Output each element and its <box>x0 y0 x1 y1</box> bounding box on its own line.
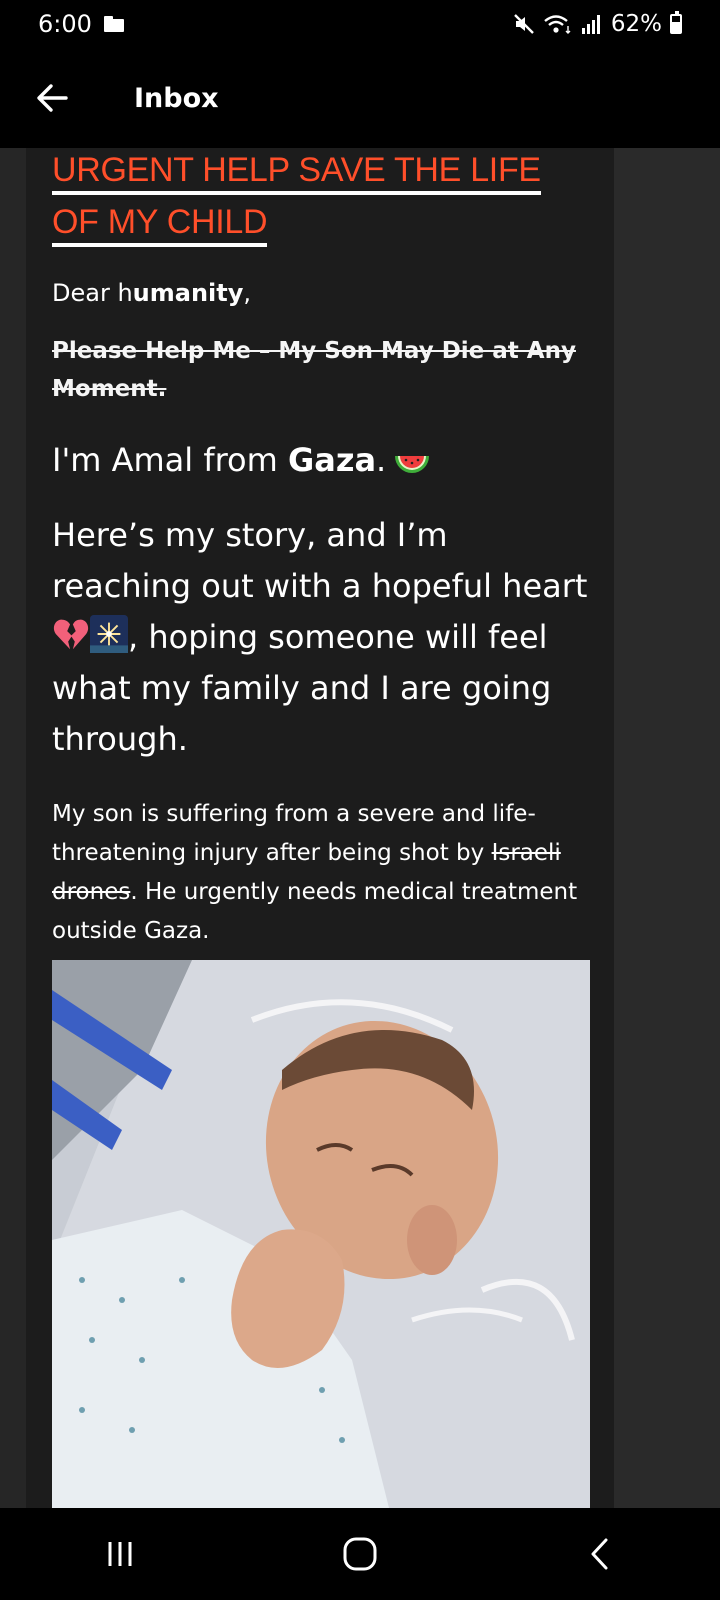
watermelon-emoji <box>395 456 430 473</box>
fireworks-emoji <box>90 615 128 653</box>
struck-subtitle: Please Help Me – My Son May Die at Any M… <box>52 332 592 408</box>
wifi-icon <box>544 15 571 34</box>
intro-suffix: . <box>376 441 387 479</box>
page-title: Inbox <box>134 82 219 114</box>
signal-icon <box>581 15 600 34</box>
app-bar: Inbox <box>0 48 720 148</box>
greeting: Dear humanity, <box>52 276 592 310</box>
back-icon <box>591 1538 608 1570</box>
background-strip <box>614 148 720 1508</box>
mute-icon <box>514 14 534 34</box>
nav-back-button[interactable] <box>560 1514 640 1594</box>
headline-line-2: OF MY CHILD <box>52 203 268 247</box>
headline-line-1: URGENT HELP SAVE THE LIFE <box>52 151 541 195</box>
home-button[interactable] <box>320 1514 400 1594</box>
intro-bold: Gaza <box>287 441 377 479</box>
greeting-suffix: , <box>243 279 252 307</box>
status-left: 6:00 <box>38 10 124 38</box>
recent-apps-button[interactable] <box>80 1514 160 1594</box>
intro-line: I'm Amal from Gaza. <box>52 438 592 482</box>
nav-bar <box>0 1508 720 1600</box>
home-icon <box>343 1537 377 1571</box>
arrow-left-icon <box>37 84 68 112</box>
struck-line-2: Moment. <box>52 376 167 402</box>
folder-icon <box>103 16 124 32</box>
message-body: URGENT HELP SAVE THE LIFE OF MY CHILD De… <box>52 148 592 951</box>
story-text: Here’s my story, and I’m reaching out wi… <box>52 510 592 765</box>
body-part-2: . He urgently needs medical treatment ou… <box>52 879 578 944</box>
message-headline[interactable]: URGENT HELP SAVE THE LIFE OF MY CHILD <box>52 148 592 248</box>
intro-prefix: I'm Amal from <box>52 441 288 479</box>
message-card: URGENT HELP SAVE THE LIFE OF MY CHILD De… <box>26 148 614 1508</box>
child-photo[interactable] <box>52 960 590 1508</box>
status-right: 62% <box>513 11 682 37</box>
battery-percent: 62% <box>610 11 662 37</box>
back-button[interactable] <box>22 68 82 128</box>
body-part-1: My son is suffering from a severe and li… <box>52 801 536 866</box>
battery-icon <box>670 11 682 34</box>
greeting-bold: umanity <box>132 279 244 307</box>
recent-apps-icon <box>108 1542 132 1566</box>
greeting-prefix: Dear h <box>52 279 133 307</box>
body-text: My son is suffering from a severe and li… <box>52 795 592 951</box>
status-bar: 6:00 62% <box>0 0 720 48</box>
status-time: 6:00 <box>38 10 92 38</box>
broken-heart-emoji <box>53 619 89 650</box>
story-part-1: Here’s my story, and I’m reaching out wi… <box>52 516 588 605</box>
struck-line-1: Please Help Me – My Son May Die at Any <box>52 338 576 364</box>
